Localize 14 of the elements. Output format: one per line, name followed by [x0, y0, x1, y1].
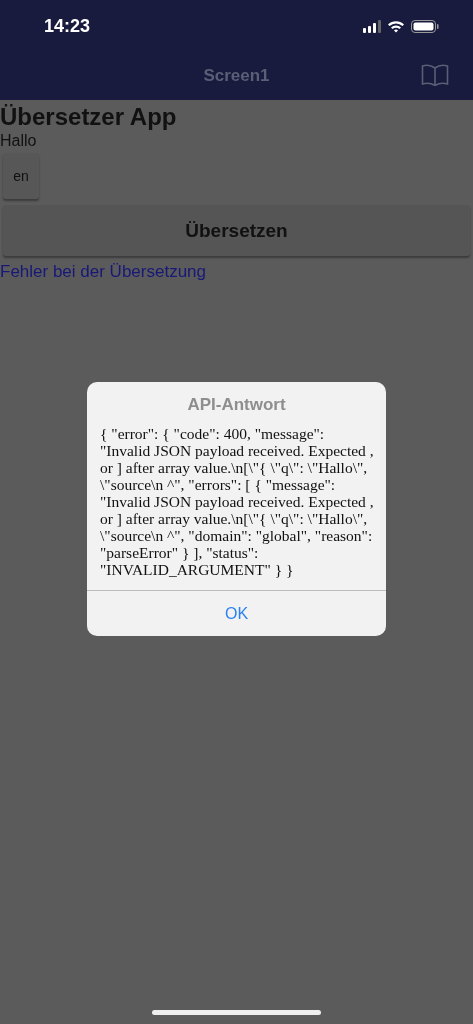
book-icon[interactable]: [421, 64, 449, 86]
input-text: Hallo: [0, 132, 37, 150]
translate-button[interactable]: Übersetzen: [3, 205, 470, 256]
dialog-title: API-Antwort: [187, 395, 286, 415]
status-time: 14:23: [44, 15, 91, 37]
app-title: Übersetzer App: [0, 103, 177, 131]
screen-title: Screen1: [203, 66, 270, 86]
battery-icon: [411, 19, 439, 33]
ok-button[interactable]: OK: [87, 591, 386, 636]
dialog-message: { "error": { "code": 400, "message": "Invalid JSON payload received. Expected , or ] after array value.\n[\"{ \"q\": \"Hallo\", \"source\n ^", "errors": [ { "message": "Invalid JSON payload received. Expected , or ] after array value.\n[\"{ \"q\": \"Hallo\", \"source\n ^", "domain": "global", "reason": "parseError" } ], "status": "INVALID_ARGUMENT" } }: [99, 424, 375, 580]
wifi-icon: [387, 19, 405, 33]
signal-icon: [363, 19, 381, 33]
language-button[interactable]: en: [3, 153, 39, 199]
error-message: Fehler bei der Übersetzung: [0, 262, 206, 282]
